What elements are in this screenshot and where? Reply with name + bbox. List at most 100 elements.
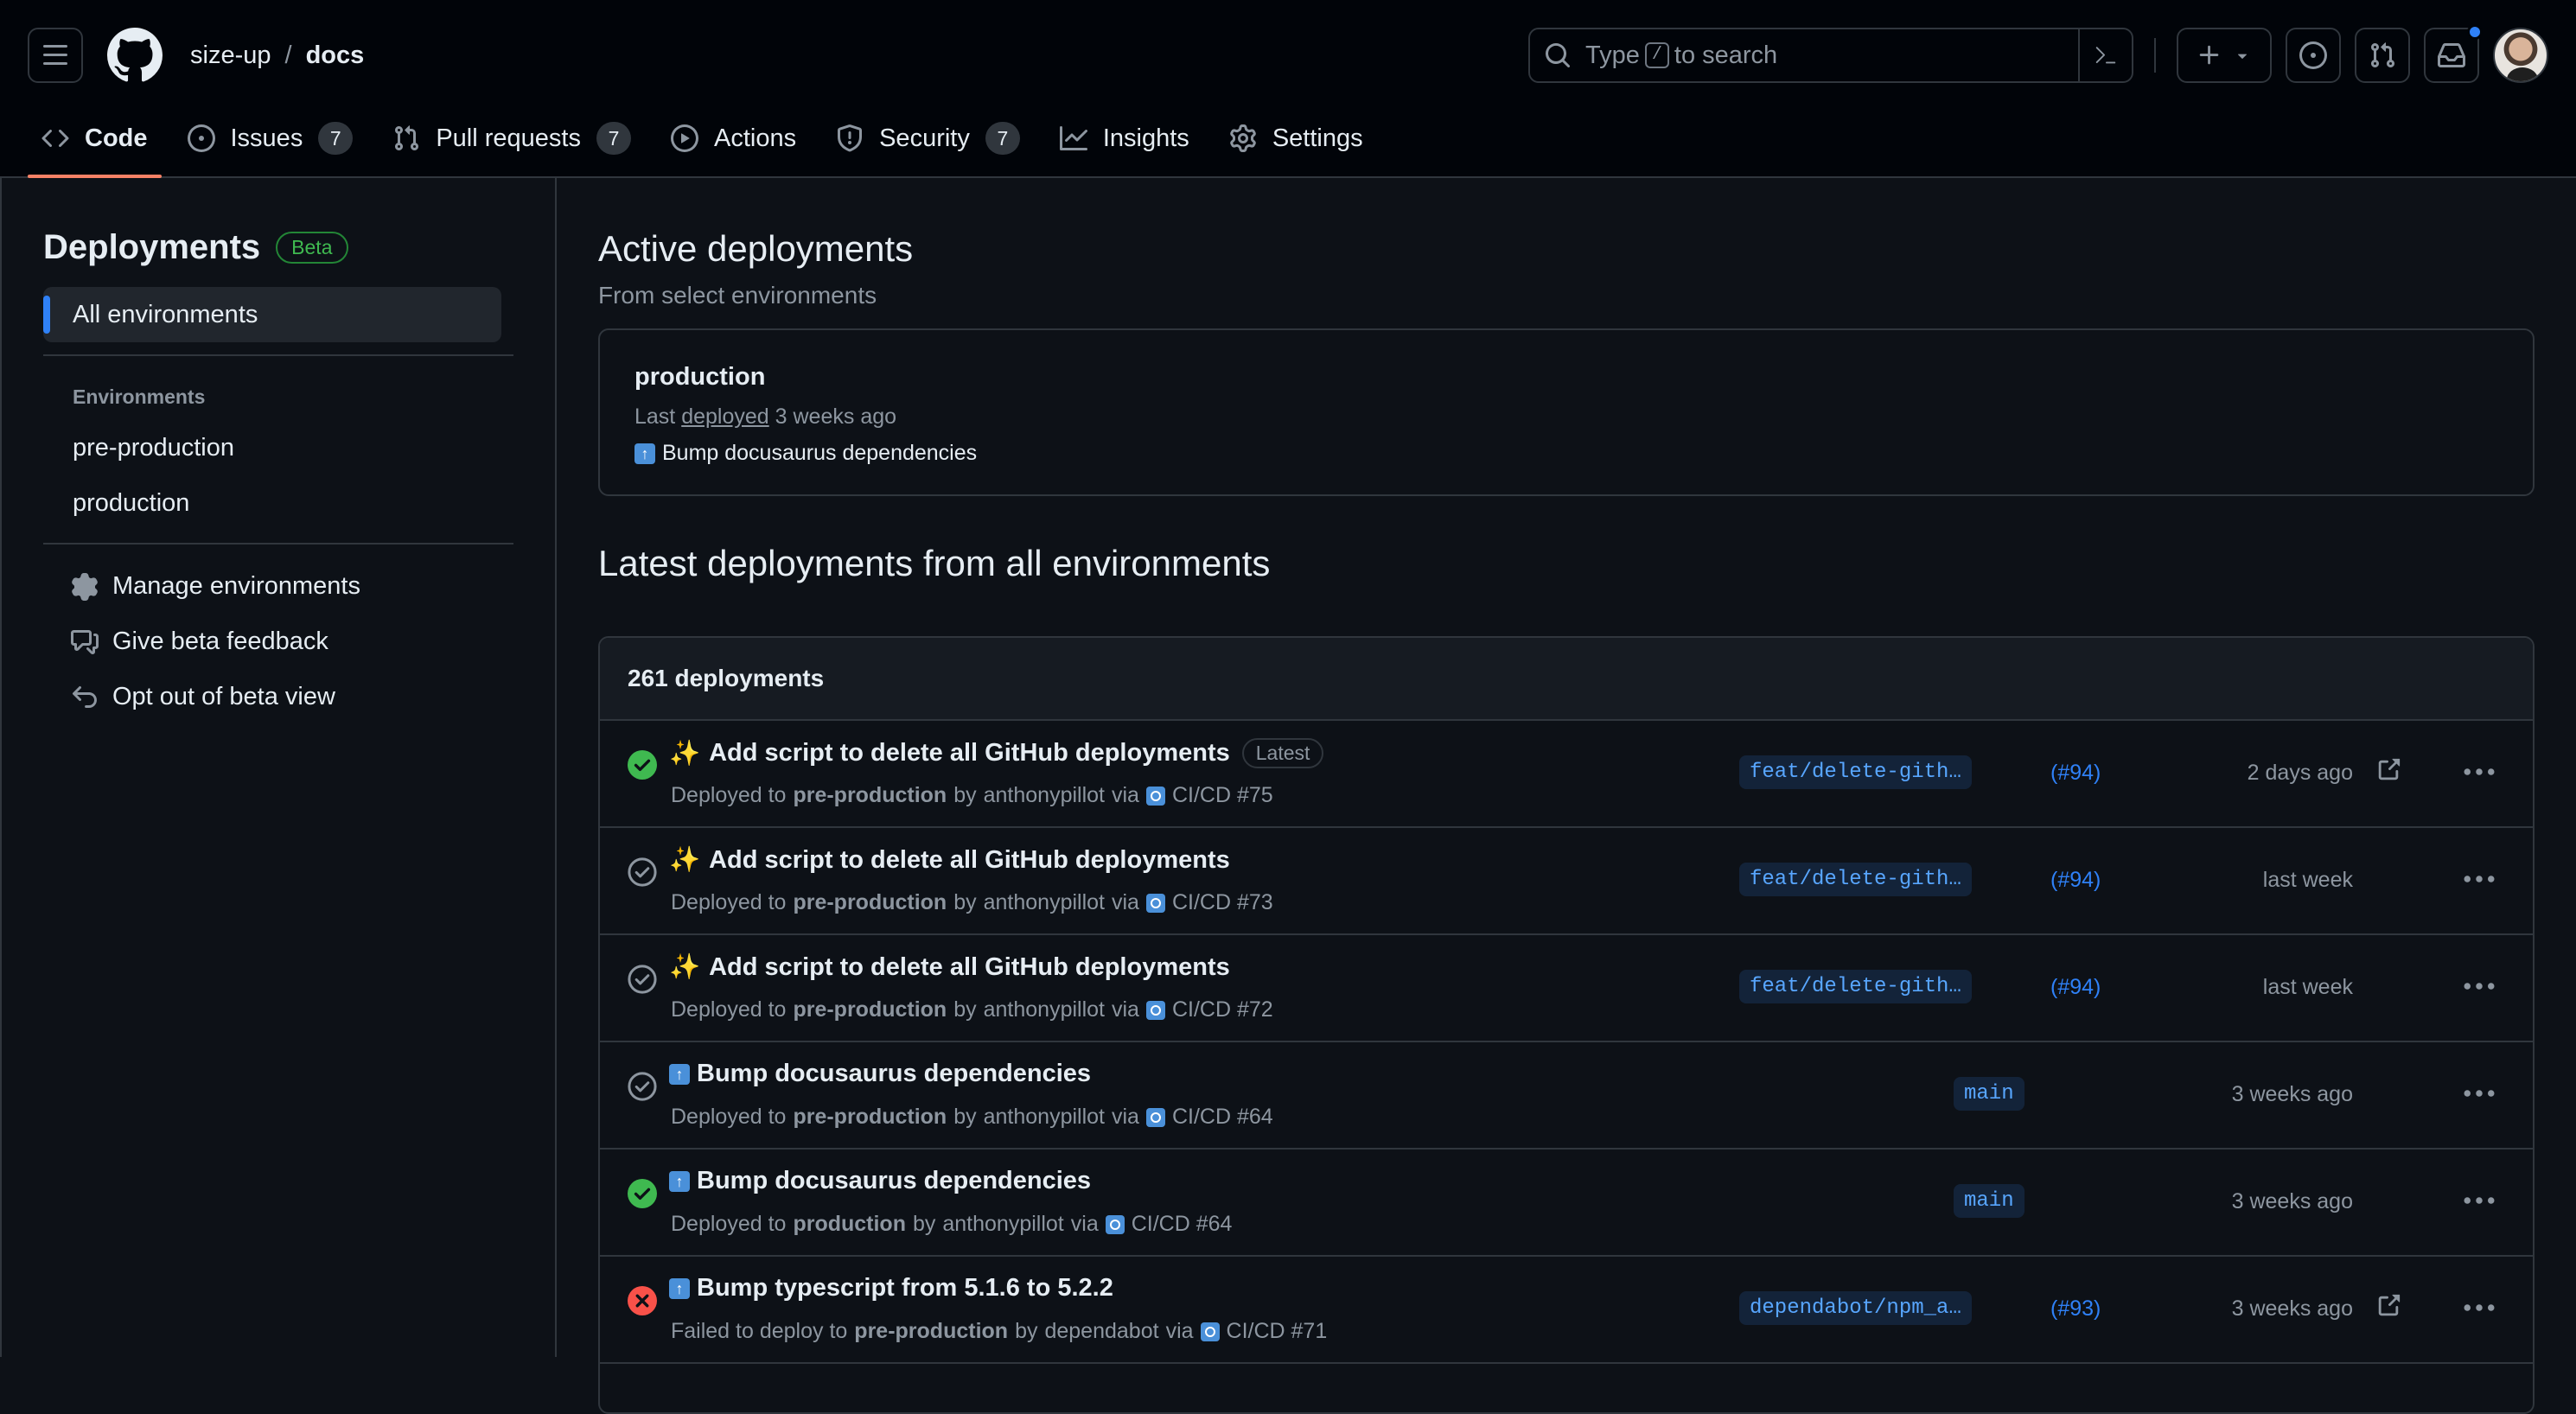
breadcrumb-separator: /: [284, 41, 292, 69]
deploy-prefix: Deployed to: [671, 997, 787, 1022]
deploy-prefix: Deployed to: [671, 890, 787, 914]
deployment-title: Add script to delete all GitHub deployme…: [709, 952, 1230, 981]
github-logo-icon[interactable]: [107, 28, 163, 83]
deployments-sidebar: Deployments Beta All environments Enviro…: [0, 178, 557, 1357]
issue-opened-icon: [2299, 41, 2327, 69]
manage-environments-link[interactable]: Manage environments: [71, 572, 360, 601]
deployment-environment-link[interactable]: pre-production: [854, 1319, 1008, 1344]
active-environment-name[interactable]: production: [634, 363, 765, 392]
workflow-run-link[interactable]: CI/CD #64: [1172, 1105, 1273, 1130]
give-beta-feedback-link[interactable]: Give beta feedback: [71, 627, 328, 656]
tab-security[interactable]: Security 7: [822, 107, 1034, 169]
workflow-run-link[interactable]: CI/CD #75: [1172, 783, 1273, 808]
actor-link[interactable]: dependabot: [1044, 1319, 1158, 1344]
deployment-environment-link[interactable]: production: [793, 1212, 906, 1237]
workflow-run-link[interactable]: CI/CD #71: [1227, 1319, 1328, 1344]
tab-label: Settings: [1272, 124, 1363, 152]
row-actions-button[interactable]: [2462, 1295, 2496, 1321]
deployment-environment-link[interactable]: pre-production: [793, 890, 947, 915]
tab-label: Pull requests: [436, 124, 581, 152]
tab-code[interactable]: Code: [28, 107, 162, 178]
deployment-environment-link[interactable]: pre-production: [793, 1105, 947, 1130]
notifications-button[interactable]: [2424, 24, 2483, 83]
last-prefix: Last: [634, 404, 676, 429]
tab-pull-requests[interactable]: Pull requests 7: [379, 107, 645, 169]
external-link-button[interactable]: [2375, 757, 2401, 783]
sidebar-item-pre-production[interactable]: pre-production: [73, 434, 234, 462]
external-link-button[interactable]: [2375, 1293, 2401, 1319]
workflow-icon: [1145, 1000, 1165, 1020]
deployed-link[interactable]: deployed: [681, 404, 768, 429]
tab-settings[interactable]: Settings: [1215, 107, 1377, 169]
deployment-title-link[interactable]: ↑ Bump typescript from 5.1.6 to 5.2.2: [669, 1274, 1113, 1303]
branch-ref[interactable]: main: [1954, 1077, 2024, 1111]
actor-link[interactable]: anthonypillot: [942, 1212, 1063, 1237]
deployment-environment-link[interactable]: pre-production: [793, 783, 947, 808]
code-icon: [41, 129, 69, 148]
branch-ref[interactable]: feat/delete-gith…: [1739, 863, 1972, 896]
pull-request-link[interactable]: (#94): [2050, 975, 2101, 1000]
row-actions-button[interactable]: [2462, 866, 2496, 892]
branch-ref[interactable]: dependabot/npm_a…: [1739, 1291, 1972, 1325]
deploy-prefix: Deployed to: [671, 783, 787, 807]
tab-label: Security: [879, 124, 970, 152]
branch-ref[interactable]: feat/delete-gith…: [1739, 755, 1972, 789]
opt-out-beta-link[interactable]: Opt out of beta view: [71, 683, 335, 711]
active-commit[interactable]: ↑ Bump docusaurus dependencies: [634, 441, 977, 466]
tab-insights[interactable]: Insights: [1046, 107, 1203, 169]
row-actions-button[interactable]: [2462, 1080, 2496, 1106]
actor-link[interactable]: anthonypillot: [984, 1105, 1105, 1130]
command-palette-button[interactable]: [2078, 29, 2132, 81]
row-actions-button[interactable]: [2462, 973, 2496, 999]
sidebar-item-production[interactable]: production: [73, 489, 189, 518]
by-label: by: [953, 1105, 977, 1129]
deployment-title-link[interactable]: ✨ Add script to delete all GitHub deploym…: [669, 845, 1230, 875]
branch-ref[interactable]: main: [1954, 1184, 2024, 1218]
row-actions-button[interactable]: [2462, 1188, 2496, 1213]
workflow-run-link[interactable]: CI/CD #73: [1172, 890, 1273, 915]
deployment-time: 2 days ago: [2247, 761, 2353, 785]
search-input[interactable]: Type / to search: [1528, 28, 2133, 83]
deployment-title-link[interactable]: ↑ Bump docusaurus dependencies: [669, 1167, 1091, 1195]
pull-request-link[interactable]: (#94): [2050, 761, 2101, 786]
pull-request-link[interactable]: (#94): [2050, 868, 2101, 893]
active-deployment-meta: Last deployed 3 weeks ago: [634, 404, 896, 430]
tab-actions[interactable]: Actions: [657, 107, 810, 169]
workflow-run-link[interactable]: CI/CD #72: [1172, 997, 1273, 1022]
tab-issues[interactable]: Issues 7: [174, 107, 367, 169]
via-label: via: [1070, 1212, 1099, 1236]
issues-button[interactable]: [2286, 28, 2341, 83]
global-header: size-up / docs Type / to search Code Iss…: [0, 0, 2576, 178]
beta-badge: Beta: [276, 232, 348, 264]
deployment-environment-link[interactable]: pre-production: [793, 997, 947, 1022]
hamburger-menu-button[interactable]: [28, 28, 83, 83]
via-label: via: [1112, 1105, 1139, 1129]
deployment-title-link[interactable]: ✨ Add script to delete all GitHub deploym…: [669, 952, 1230, 982]
inbox-icon: [2438, 43, 2465, 67]
deployment-title-link[interactable]: ✨ Add script to delete all GitHub deploym…: [669, 738, 1324, 768]
by-label: by: [953, 890, 977, 914]
create-new-button[interactable]: [2177, 28, 2272, 83]
workflow-run-link[interactable]: CI/CD #64: [1132, 1212, 1233, 1237]
tab-label: Insights: [1102, 124, 1189, 152]
pull-request-link[interactable]: (#93): [2050, 1296, 2101, 1322]
by-label: by: [953, 783, 977, 807]
actor-link[interactable]: anthonypillot: [984, 783, 1105, 808]
link-external-icon: [2378, 1294, 2401, 1316]
owner-link[interactable]: size-up: [190, 41, 271, 70]
sidebar-item-all-environments[interactable]: All environments: [43, 287, 501, 342]
row-actions-button[interactable]: [2462, 759, 2496, 785]
sidebar-action-label: Manage environments: [112, 572, 360, 600]
plus-icon: [2199, 45, 2219, 65]
user-avatar[interactable]: [2493, 28, 2548, 83]
actor-link[interactable]: anthonypillot: [984, 997, 1105, 1022]
branch-ref[interactable]: feat/delete-gith…: [1739, 970, 1972, 1003]
deployment-title-link[interactable]: ↑ Bump docusaurus dependencies: [669, 1060, 1091, 1088]
search-placeholder-suffix: to search: [1674, 41, 1778, 69]
by-label: by: [953, 997, 977, 1022]
deployment-row: ↑ Bump typescript from 5.1.6 to 5.2.2 Fail…: [600, 1257, 2533, 1364]
repo-link[interactable]: docs: [306, 41, 365, 70]
workflow-icon: [1145, 893, 1165, 913]
actor-link[interactable]: anthonypillot: [984, 890, 1105, 915]
pull-requests-button[interactable]: [2355, 28, 2410, 83]
